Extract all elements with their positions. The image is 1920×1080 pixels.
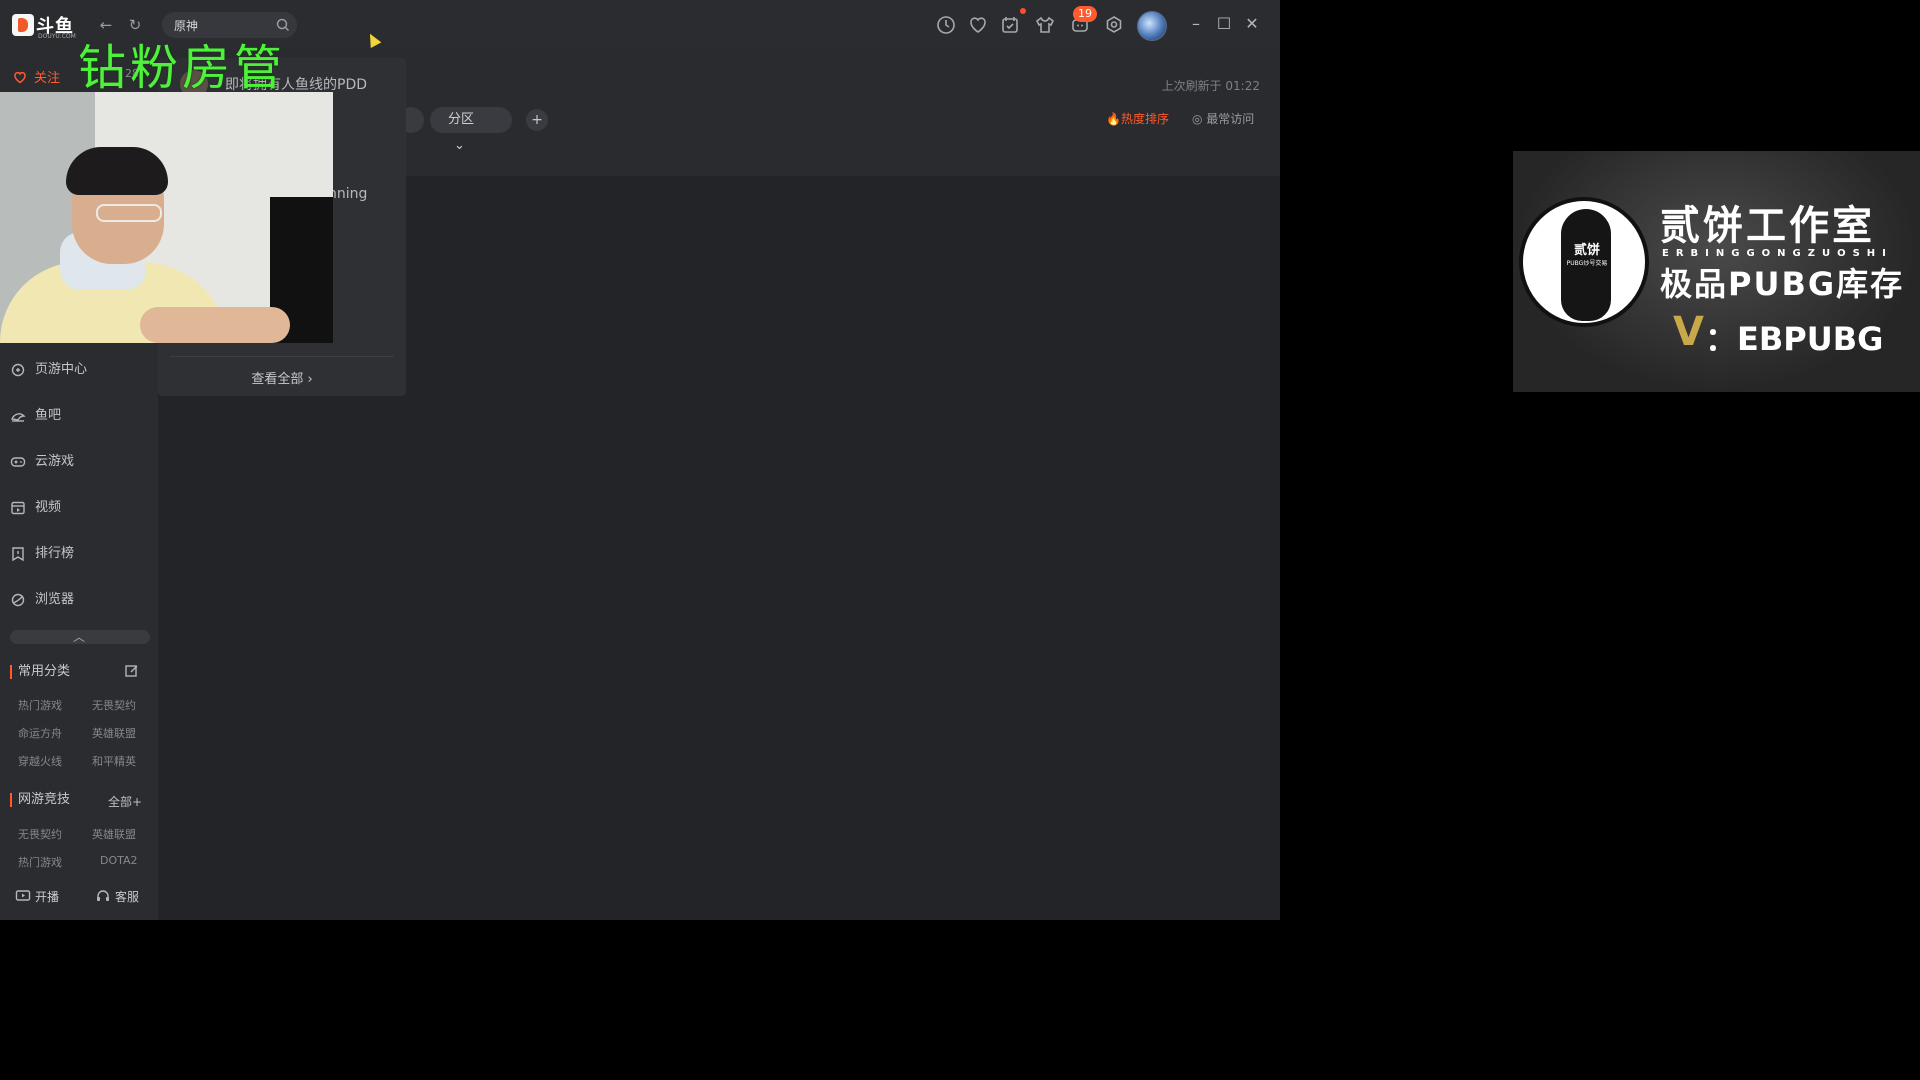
notification-count-badge: 19 — [1073, 6, 1097, 22]
zone-label: 分区 — [448, 112, 475, 127]
promo-contact: ：EBPUBG — [1705, 320, 1884, 358]
category-link[interactable]: 英雄联盟 — [92, 826, 136, 842]
promo-title: 贰饼工作室 — [1660, 203, 1875, 249]
view-all-label: 查看全部 — [251, 372, 304, 387]
douyu-logo[interactable]: 斗鱼 DOUYU.COM — [12, 12, 76, 40]
sort-hot-label: 热度排序 — [1120, 112, 1169, 126]
cloud-game-icon — [10, 457, 26, 467]
online-games-all-link[interactable]: 全部+ — [108, 793, 142, 810]
sidebar-item-label: 视频 — [35, 500, 62, 515]
add-filter-button[interactable]: + — [526, 109, 548, 131]
category-link[interactable]: 和平精英 — [92, 753, 136, 769]
start-broadcast-button[interactable]: 开播 — [15, 888, 59, 905]
common-categories-title: 常用分类 — [10, 665, 70, 679]
sidebar-item-video[interactable]: 视频 — [10, 491, 150, 525]
panel-divider — [170, 356, 394, 357]
sidebar-item-label: 鱼吧 — [35, 408, 62, 423]
fishbar-icon — [11, 413, 26, 422]
sort-by-recent[interactable]: ◎ 最常访问 — [1192, 110, 1254, 127]
chevron-right-icon: › — [303, 372, 313, 387]
sort-recent-label: 最常访问 — [1206, 112, 1255, 126]
stream-overlay-title: 钻粉房管 — [78, 40, 287, 96]
follow-heart-icon — [14, 71, 26, 84]
promo-banner: 贰饼 PUBG炒号交易 贰饼工作室 ERBINGGONGZUOSHI 极品PUB… — [1513, 151, 1920, 392]
webcam-overlay — [0, 92, 333, 343]
sidebar-item-cloud-game[interactable]: 云游戏 — [10, 445, 150, 479]
douyu-fish-icon — [12, 14, 34, 36]
pan-label-text: 贰饼 — [1573, 243, 1600, 258]
sidebar-collapse-bar[interactable]: ︿ — [10, 630, 150, 644]
chevron-down-icon: ⌄ — [454, 138, 465, 153]
last-refresh-text: 上次刷新于 01:22 — [1161, 79, 1260, 93]
minimize-icon[interactable]: – — [1186, 14, 1206, 34]
settings-icon[interactable] — [1102, 13, 1126, 37]
promo-pinyin: ERBINGGONGZUOSHI — [1662, 248, 1893, 259]
promo-v-mark: V — [1673, 309, 1704, 355]
sidebar-item-fishbar[interactable]: 鱼吧 — [10, 399, 150, 433]
sort-by-heat[interactable]: 🔥热度排序 — [1106, 110, 1169, 127]
headset-icon — [97, 890, 109, 901]
task-unread-dot — [1020, 8, 1026, 14]
follow-tab[interactable]: 关注 — [12, 67, 60, 86]
browser-icon — [11, 593, 25, 607]
category-link[interactable]: 热门游戏 — [18, 854, 62, 870]
sidebar-item-ranking[interactable]: 排行榜 — [10, 537, 150, 571]
broadcast-icon — [15, 890, 31, 901]
task-calendar-icon[interactable] — [998, 13, 1022, 37]
category-link[interactable]: 英雄联盟 — [92, 725, 136, 741]
recent-visit-icon: ◎ — [1192, 112, 1207, 126]
category-link[interactable]: DOTA2 — [100, 854, 138, 867]
history-clock-icon[interactable] — [934, 13, 958, 37]
flame-icon: 🔥 — [1106, 112, 1121, 126]
sidebar-item-game-center[interactable]: 页游中心 — [10, 353, 150, 387]
shirt-skin-icon[interactable] — [1033, 13, 1057, 37]
cam-person — [140, 307, 290, 343]
chevron-up-icon: ︿ — [73, 630, 86, 644]
promo-subtitle: 极品PUBG库存 — [1660, 265, 1905, 303]
view-all-button[interactable]: 查看全部 › — [158, 368, 406, 387]
followed-streamer-title[interactable]: nning — [328, 186, 367, 202]
sidebar-item-label: 排行榜 — [35, 546, 75, 561]
close-icon[interactable]: ✕ — [1242, 14, 1262, 34]
cam-person — [66, 147, 168, 195]
video-icon — [11, 501, 25, 515]
pan-logo-label: 贰饼 PUBG炒号交易 — [1563, 239, 1611, 267]
maximize-icon[interactable]: ☐ — [1214, 14, 1234, 34]
edit-icon[interactable] — [124, 663, 140, 679]
follow-label: 关注 — [34, 71, 61, 86]
douyu-app-window: 斗鱼 DOUYU.COM ← ↻ 19 – ☐ ✕ — [0, 0, 1280, 920]
user-avatar[interactable] — [1137, 11, 1167, 41]
online-games-title: 网游竞技 — [10, 793, 70, 807]
category-link[interactable]: 热门游戏 — [18, 697, 62, 713]
category-link[interactable]: 无畏契约 — [18, 826, 62, 842]
customer-service-button[interactable]: 客服 — [95, 888, 139, 905]
category-link[interactable]: 穿越火线 — [18, 753, 62, 769]
favorites-heart-icon[interactable] — [966, 13, 990, 37]
pan-sub-text: PUBG炒号交易 — [1566, 260, 1608, 267]
ranking-icon — [12, 547, 24, 562]
sidebar-item-label: 云游戏 — [35, 454, 75, 469]
sidebar-item-label: 页游中心 — [35, 362, 88, 377]
sidebar-item-label: 浏览器 — [35, 592, 75, 607]
service-label: 客服 — [115, 890, 140, 904]
logo-subtext: DOUYU.COM — [38, 33, 76, 40]
cam-person — [96, 204, 162, 222]
category-link[interactable]: 命运方舟 — [18, 725, 62, 741]
sidebar-item-browser[interactable]: 浏览器 — [10, 583, 150, 617]
category-link[interactable]: 无畏契约 — [92, 697, 136, 713]
pan-logo: 贰饼 PUBG炒号交易 — [1519, 197, 1649, 327]
game-center-icon — [11, 363, 25, 377]
zone-dropdown[interactable]: 分区 ⌄ — [430, 107, 512, 153]
broadcast-label: 开播 — [35, 890, 60, 904]
